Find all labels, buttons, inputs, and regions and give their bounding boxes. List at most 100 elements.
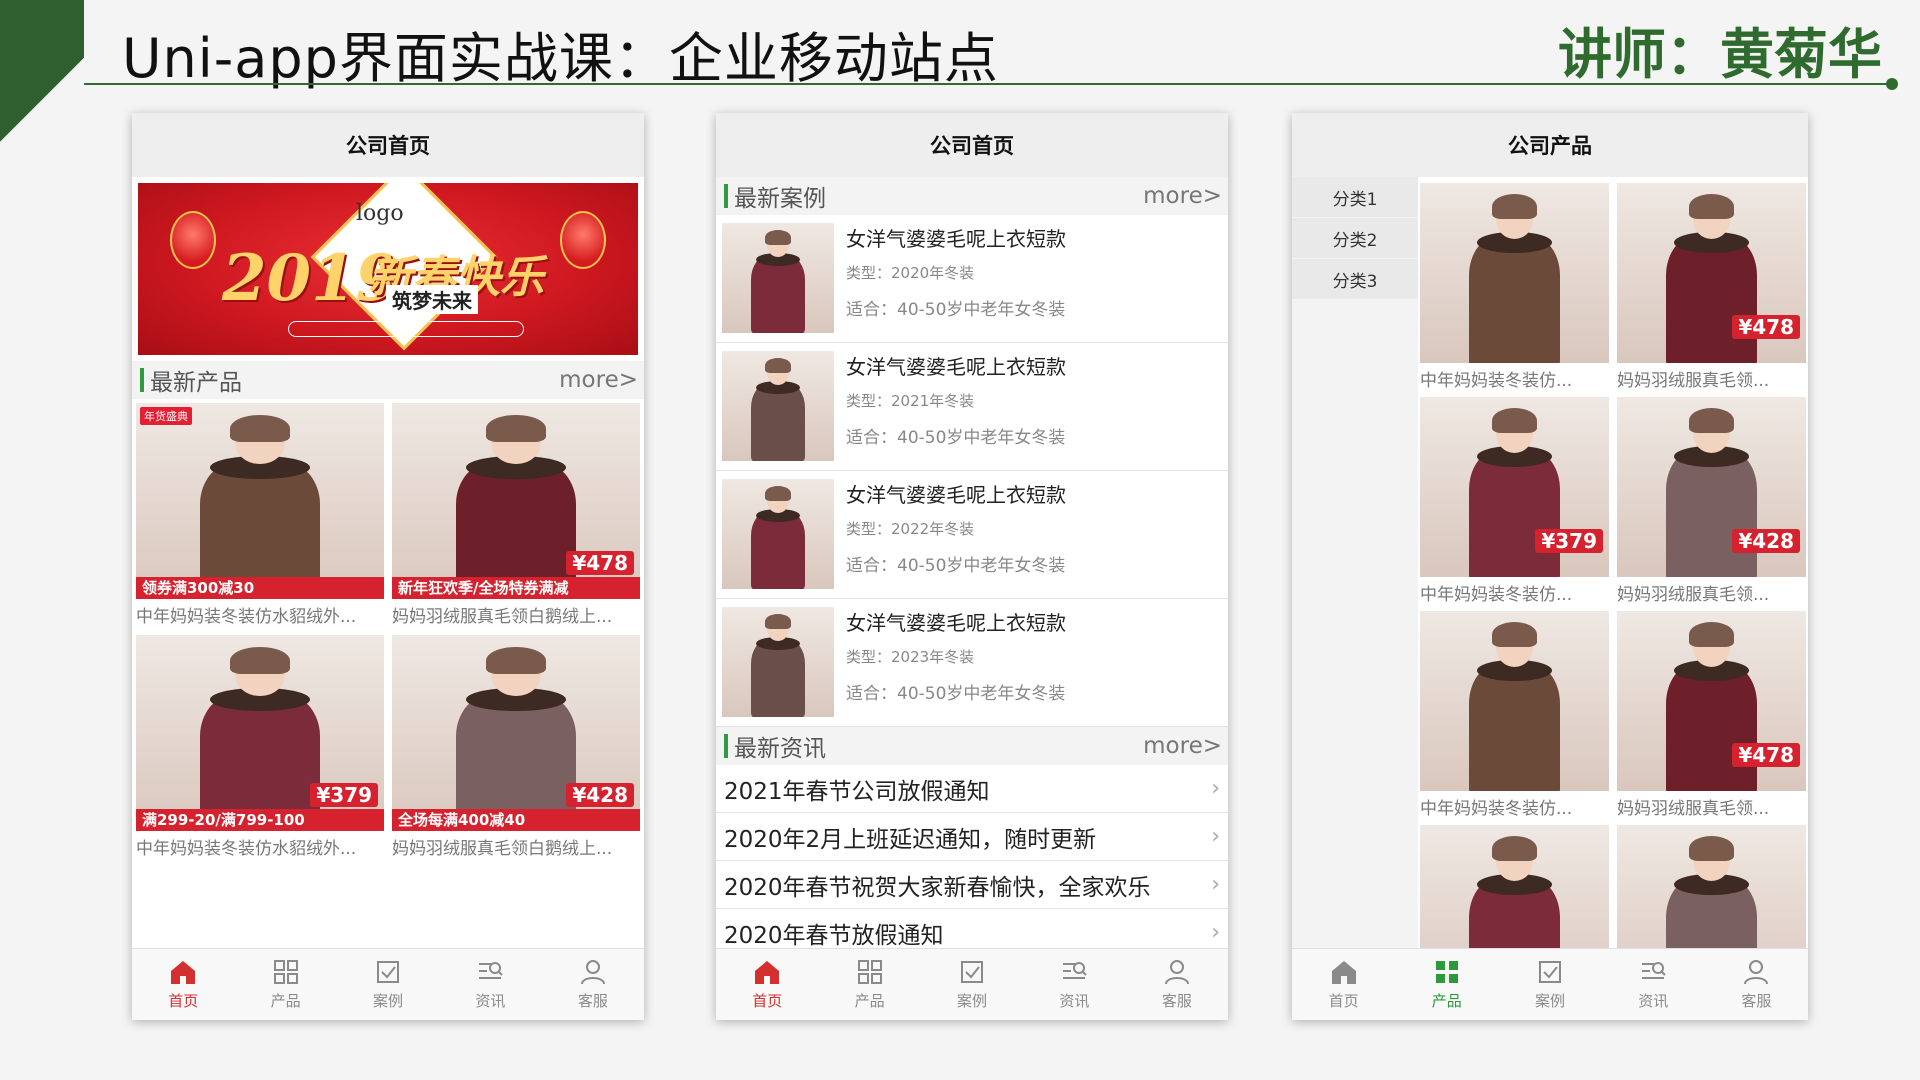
product-image[interactable]: 年货盛典 领券满300减30 xyxy=(136,403,384,599)
product-image[interactable]: ¥428 xyxy=(1617,397,1806,577)
product-card[interactable]: ¥428 妈妈羽绒服真毛领... xyxy=(1617,397,1806,605)
tab-label: 首页 xyxy=(752,992,783,1010)
product-card[interactable]: ¥478 妈妈羽绒服真毛领... xyxy=(1617,611,1806,819)
product-card[interactable]: 年货盛典 领券满300减30 中年妈妈装冬装仿水貂绒外... xyxy=(136,403,384,627)
case-item[interactable]: 女洋气婆婆毛呢上衣短款 类型：2023年冬装 适合：40-50岁中老年女冬装 xyxy=(716,599,1228,727)
tab-label: 案例 xyxy=(957,992,988,1010)
product-image[interactable]: ¥478 新年狂欢季/全场特券满减 xyxy=(392,403,640,599)
more-link[interactable]: more> xyxy=(559,367,638,393)
case-info: 女洋气婆婆毛呢上衣短款 类型：2022年冬装 适合：40-50岁中老年女冬装 xyxy=(846,479,1066,590)
product-caption: 中年妈妈装冬装仿... xyxy=(1420,799,1573,819)
promo-badge: 满299-20/满799-100 xyxy=(136,809,384,831)
tab-check-square[interactable]: 案例 xyxy=(337,949,439,1020)
product-card[interactable]: ¥478 新年狂欢季/全场特券满减 妈妈羽绒服真毛领白鹅绒上... xyxy=(392,403,640,627)
product-caption: 中年妈妈装冬装仿... xyxy=(1420,585,1573,605)
more-link[interactable]: more> xyxy=(1143,183,1222,209)
model-hair xyxy=(764,357,792,373)
product-card[interactable]: ¥379 满299-20/满799-100 中年妈妈装冬装仿水貂绒外... xyxy=(136,635,384,859)
product-caption: 妈妈羽绒服真毛领... xyxy=(1617,585,1770,605)
section-accent-bar xyxy=(724,184,728,208)
product-caption: 中年妈妈装冬装仿水貂绒外... xyxy=(136,607,357,627)
model-hair xyxy=(1688,193,1735,219)
promo-badge: 全场每满400减40 xyxy=(392,809,640,831)
product-card[interactable]: ¥379 中年妈妈装冬装仿... xyxy=(1420,397,1609,605)
coat-figure xyxy=(1666,451,1757,577)
model-hair xyxy=(230,414,290,443)
page-title: 公司首页 xyxy=(132,113,644,177)
latest-cases-header: 最新案例 more> xyxy=(716,177,1228,215)
product-card[interactable] xyxy=(1617,825,1806,948)
product-image[interactable] xyxy=(1420,825,1609,948)
section-title: 最新案例 xyxy=(734,186,826,212)
product-image[interactable] xyxy=(722,607,834,717)
product-card[interactable]: 中年妈妈装冬装仿... xyxy=(1420,611,1609,819)
product-image[interactable] xyxy=(1617,825,1806,948)
lecturer-name: 讲师：黄菊华 xyxy=(1558,23,1882,86)
product-image[interactable]: ¥428 全场每满400减40 xyxy=(392,635,640,831)
case-item[interactable]: 女洋气婆婆毛呢上衣短款 类型：2020年冬装 适合：40-50岁中老年女冬装 xyxy=(716,215,1228,343)
product-image[interactable]: ¥478 xyxy=(1617,611,1806,791)
product-card[interactable]: 中年妈妈装冬装仿... xyxy=(1420,183,1609,391)
product-image[interactable]: ¥379 满299-20/满799-100 xyxy=(136,635,384,831)
check-square-icon xyxy=(1539,961,1561,983)
grid-icon xyxy=(1435,961,1458,983)
tab-label: 资讯 xyxy=(1638,992,1669,1010)
case-thumbnail xyxy=(722,607,834,717)
tab-user[interactable]: 客服 xyxy=(1126,949,1228,1020)
product-grid: 年货盛典 领券满300减30 中年妈妈装冬装仿水貂绒外... ¥478 新年狂欢季/全场… xyxy=(132,399,644,863)
product-column: 中年妈妈装冬装仿... ¥478 妈妈羽绒服真毛领... ¥379 中年妈妈装冬装仿..… xyxy=(1418,177,1808,948)
user-icon xyxy=(580,960,605,985)
price-label: ¥428 xyxy=(566,783,634,807)
tab-home[interactable]: 首页 xyxy=(132,949,234,1020)
tab-check-square[interactable]: 案例 xyxy=(921,949,1023,1020)
category-item[interactable]: 分类2 xyxy=(1292,218,1418,258)
product-card[interactable] xyxy=(1420,825,1609,948)
tab-user[interactable]: 客服 xyxy=(542,949,644,1020)
case-item[interactable]: 女洋气婆婆毛呢上衣短款 类型：2021年冬装 适合：40-50岁中老年女冬装 xyxy=(716,343,1228,471)
tab-news-search[interactable]: 资讯 xyxy=(1023,949,1125,1020)
tab-label: 客服 xyxy=(577,992,608,1010)
model-hair xyxy=(486,646,546,675)
category-item[interactable]: 分类3 xyxy=(1292,259,1418,299)
case-info: 女洋气婆婆毛呢上衣短款 类型：2021年冬装 适合：40-50岁中老年女冬装 xyxy=(846,351,1066,462)
news-item[interactable]: 2020年2月上班延迟通知，随时更新 › xyxy=(716,813,1228,861)
tab-bar: 首页 产品 案例 资讯 客服 xyxy=(132,948,644,1020)
model-hair xyxy=(1688,621,1735,647)
banner-ribbon xyxy=(288,321,524,337)
home-banner[interactable]: logo 2019 新春快乐 筑梦未来 xyxy=(138,183,638,355)
news-search-icon xyxy=(479,962,504,979)
check-square-icon xyxy=(961,961,984,983)
product-image[interactable]: ¥379 xyxy=(1420,397,1609,577)
tab-check-square[interactable]: 案例 xyxy=(1498,949,1601,1020)
news-item[interactable]: 2020年春节祝贺大家新春愉快，全家欢乐 › xyxy=(716,861,1228,909)
coat-figure xyxy=(751,256,805,333)
product-card[interactable]: ¥428 全场每满400减40 妈妈羽绒服真毛领白鹅绒上... xyxy=(392,635,640,859)
tab-grid[interactable]: 产品 xyxy=(818,949,920,1020)
news-title: 2021年春节公司放假通知 xyxy=(724,778,990,805)
model-hair xyxy=(230,646,290,675)
tab-home[interactable]: 首页 xyxy=(1292,949,1395,1020)
product-image[interactable] xyxy=(1420,611,1609,791)
tab-user[interactable]: 客服 xyxy=(1705,949,1808,1020)
product-image[interactable] xyxy=(722,223,834,333)
tab-home[interactable]: 首页 xyxy=(716,949,818,1020)
tab-grid[interactable]: 产品 xyxy=(1395,949,1498,1020)
product-image[interactable]: ¥478 xyxy=(1617,183,1806,363)
tab-news-search[interactable]: 资讯 xyxy=(439,949,541,1020)
product-caption: 中年妈妈装冬装仿水貂绒外... xyxy=(136,839,357,859)
case-type: 类型：2022年冬装 xyxy=(846,520,975,538)
model-hair xyxy=(1688,407,1735,433)
product-image[interactable] xyxy=(722,479,834,589)
product-image[interactable] xyxy=(722,351,834,461)
product-image[interactable] xyxy=(1420,183,1609,363)
news-title: 2020年春节放假通知 xyxy=(724,922,944,949)
product-card[interactable]: ¥478 妈妈羽绒服真毛领... xyxy=(1617,183,1806,391)
news-item[interactable]: 2021年春节公司放假通知 › xyxy=(716,765,1228,813)
case-type: 类型：2020年冬装 xyxy=(846,264,975,282)
tab-news-search[interactable]: 资讯 xyxy=(1602,949,1705,1020)
tab-grid[interactable]: 产品 xyxy=(234,949,336,1020)
product-caption: 中年妈妈装冬装仿... xyxy=(1420,371,1573,391)
case-item[interactable]: 女洋气婆婆毛呢上衣短款 类型：2022年冬装 适合：40-50岁中老年女冬装 xyxy=(716,471,1228,599)
more-link[interactable]: more> xyxy=(1143,733,1222,759)
category-item[interactable]: 分类1 xyxy=(1292,177,1418,217)
